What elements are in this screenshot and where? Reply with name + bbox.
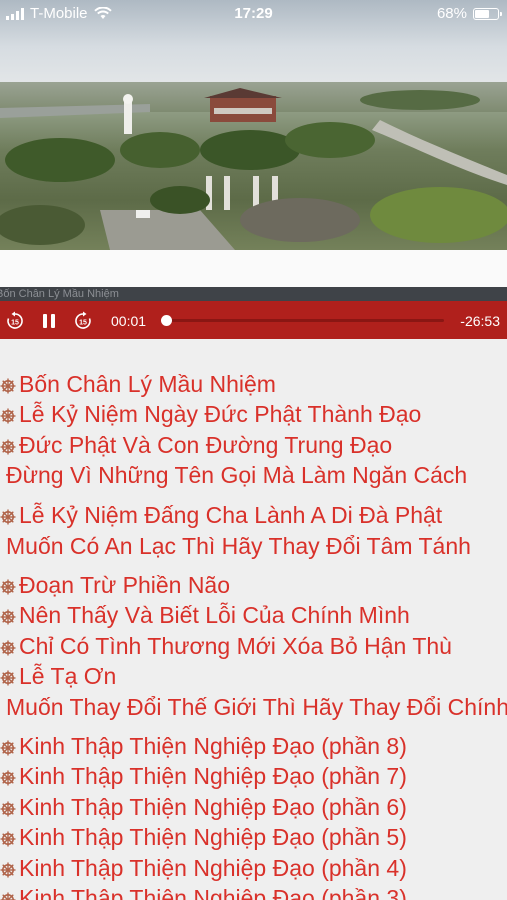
dharma-wheel-icon bbox=[0, 509, 16, 525]
list-item-label: Lễ Tạ Ơn bbox=[19, 663, 117, 689]
temple-aerial-photo bbox=[0, 0, 507, 250]
list-item[interactable]: Chỉ Có Tình Thương Mới Xóa Bỏ Hận Thù bbox=[0, 632, 452, 660]
status-bar: T-Mobile 17:29 68% bbox=[0, 0, 507, 28]
dharma-wheel-icon bbox=[0, 579, 16, 595]
dharma-wheel-icon bbox=[0, 770, 16, 786]
list-item[interactable]: Lễ Kỷ Niệm Đấng Cha Lành A Di Đà Phật bbox=[0, 501, 442, 529]
progress-knob[interactable] bbox=[161, 315, 173, 326]
list-item[interactable]: Kinh Thập Thiện Nghiệp Đạo (phần 6) bbox=[0, 793, 407, 821]
list-item[interactable]: Muốn Thay Đổi Thế Giới Thì Hãy Thay Đổi … bbox=[6, 693, 507, 721]
list-item[interactable]: Bốn Chân Lý Mầu Nhiệm bbox=[0, 370, 276, 398]
list-item-label: Đừng Vì Những Tên Gọi Mà Làm Ngăn Cách bbox=[6, 462, 468, 488]
audio-player: 15 15 00:01 -26:53 bbox=[0, 301, 507, 339]
pause-icon[interactable] bbox=[38, 310, 60, 332]
list-item-label: Kinh Thập Thiện Nghiệp Đạo (phần 7) bbox=[19, 763, 407, 789]
list-item[interactable]: Đoạn Trừ Phiền Não bbox=[0, 571, 230, 599]
list-item-label: Kinh Thập Thiện Nghiệp Đạo (phần 6) bbox=[19, 794, 407, 820]
list-item[interactable]: Nên Thấy Và Biết Lỗi Của Chính Mình bbox=[0, 601, 410, 629]
rewind-15-icon[interactable]: 15 bbox=[4, 310, 26, 332]
list-item[interactable]: Đức Phật Và Con Đường Trung Đạo bbox=[0, 431, 392, 459]
svg-text:15: 15 bbox=[11, 320, 19, 327]
list-item[interactable]: Kinh Thập Thiện Nghiệp Đạo (phần 7) bbox=[0, 762, 407, 790]
list-item[interactable]: Kinh Thập Thiện Nghiệp Đạo (phần 5) bbox=[0, 823, 407, 851]
list-item-label: Nên Thấy Và Biết Lỗi Của Chính Mình bbox=[19, 602, 410, 628]
list-item-label: Kinh Thập Thiện Nghiệp Đạo (phần 8) bbox=[19, 733, 407, 759]
list-item-label: Kinh Thập Thiện Nghiệp Đạo (phần 5) bbox=[19, 824, 407, 850]
now-playing-title: Bốn Chân Lý Mầu Nhiệm bbox=[0, 288, 119, 300]
list-item-label: Đoạn Trừ Phiền Não bbox=[19, 572, 231, 598]
temple-scene bbox=[0, 88, 507, 250]
list-item-label: Bốn Chân Lý Mầu Nhiệm bbox=[19, 371, 276, 397]
battery-percent: 68% bbox=[436, 5, 467, 22]
list-item[interactable]: Kinh Thập Thiện Nghiệp Đạo (phần 4) bbox=[0, 854, 407, 882]
dharma-wheel-icon bbox=[0, 408, 16, 424]
list-item[interactable]: Lễ Kỷ Niệm Ngày Đức Phật Thành Đạo bbox=[0, 400, 421, 428]
dharma-wheel-icon bbox=[0, 609, 16, 625]
list-item-label: Lễ Kỷ Niệm Ngày Đức Phật Thành Đạo bbox=[19, 401, 422, 427]
list-item[interactable]: Kinh Thập Thiện Nghiệp Đạo (phần 3) bbox=[0, 884, 407, 900]
list-item-label: Kinh Thập Thiện Nghiệp Đạo (phần 3) bbox=[19, 885, 407, 900]
video-bottom-gap bbox=[0, 250, 507, 288]
list-item[interactable]: Đừng Vì Những Tên Gọi Mà Làm Ngăn Cách bbox=[6, 461, 467, 489]
dharma-wheel-icon bbox=[0, 892, 16, 900]
progress-slider[interactable] bbox=[161, 315, 444, 326]
list-item[interactable]: Muốn Có An Lạc Thì Hãy Thay Đổi Tâm Tánh bbox=[6, 532, 471, 560]
now-playing-bar: Bốn Chân Lý Mầu Nhiệm bbox=[0, 287, 507, 301]
dharma-wheel-icon bbox=[0, 740, 16, 756]
dharma-wheel-icon bbox=[0, 831, 16, 847]
dharma-wheel-icon bbox=[0, 862, 16, 878]
forward-15-icon[interactable]: 15 bbox=[72, 310, 94, 332]
battery-icon bbox=[473, 7, 502, 20]
list-item-label: Kinh Thập Thiện Nghiệp Đạo (phần 4) bbox=[19, 855, 407, 881]
list-item[interactable]: Lễ Tạ Ơn bbox=[0, 662, 116, 690]
dharma-wheel-icon bbox=[0, 801, 16, 817]
talk-list: Bốn Chân Lý Mầu Nhiệm Lễ Kỷ Niệm Ngày Đức… bbox=[0, 339, 507, 900]
list-item-label: Muốn Có An Lạc Thì Hãy Thay Đổi Tâm Tánh bbox=[6, 533, 471, 559]
status-time: 17:29 bbox=[234, 5, 273, 22]
list-item-label: Lễ Kỷ Niệm Đấng Cha Lành A Di Đà Phật bbox=[19, 502, 443, 528]
dharma-wheel-icon bbox=[0, 439, 16, 455]
list-item[interactable]: Kinh Thập Thiện Nghiệp Đạo (phần 8) bbox=[0, 732, 407, 760]
dharma-wheel-icon bbox=[0, 640, 16, 656]
svg-text:15: 15 bbox=[79, 320, 87, 327]
list-item-label: Muốn Thay Đổi Thế Giới Thì Hãy Thay Đổi … bbox=[6, 694, 507, 720]
elapsed-time: 00:01 bbox=[111, 313, 147, 329]
remaining-time: -26:53 bbox=[460, 313, 500, 329]
list-item-label: Chỉ Có Tình Thương Mới Xóa Bỏ Hận Thù bbox=[19, 633, 452, 659]
dharma-wheel-icon bbox=[0, 378, 16, 394]
list-item-label: Đức Phật Và Con Đường Trung Đạo bbox=[19, 432, 393, 458]
dharma-wheel-icon bbox=[0, 670, 16, 686]
